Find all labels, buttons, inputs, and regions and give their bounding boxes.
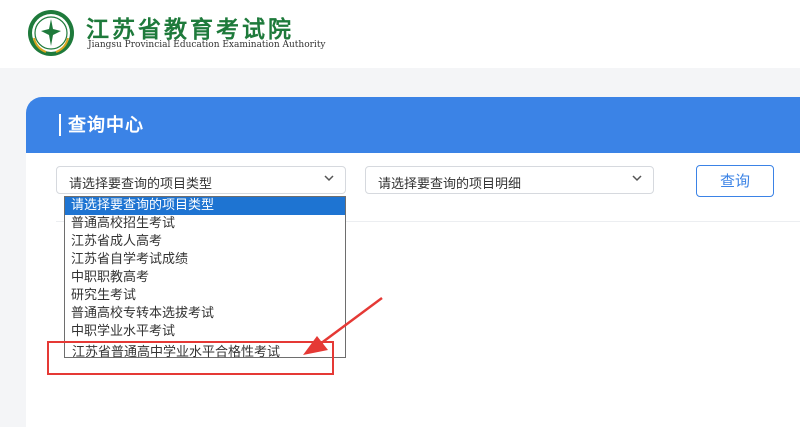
chevron-down-icon [324,175,334,182]
project-type-select[interactable]: 请选择要查询的项目类型 [56,166,346,194]
chevron-down-icon [632,175,642,182]
project-type-dropdown: 请选择要查询的项目类型 普通高校招生考试 江苏省成人高考 江苏省自学考试成绩 中… [64,196,346,358]
dropdown-option[interactable]: 中职学业水平考试 [65,323,345,341]
seal-logo-icon [28,10,74,56]
dropdown-option[interactable]: 江苏省成人高考 [65,233,345,251]
project-detail-select[interactable]: 请选择要查询的项目明细 [365,166,654,194]
query-button[interactable]: 查询 [696,165,774,197]
org-name-cn: 江苏省教育考试院 [86,17,294,43]
project-type-select-value: 请选择要查询的项目类型 [69,177,213,192]
site-header: 江苏省教育考试院 Jiangsu Provincial Education Ex… [0,0,800,68]
title-bar-accent [59,114,61,136]
project-detail-select-value: 请选择要查询的项目明细 [378,177,522,192]
panel-header: 查询中心 [26,97,800,153]
dropdown-option[interactable]: 普通高校专转本选拔考试 [65,305,345,323]
dropdown-option[interactable]: 江苏省自学考试成绩 [65,251,345,269]
dropdown-option[interactable]: 请选择要查询的项目类型 [65,197,345,215]
org-name-en: Jiangsu Provincial Education Examination… [88,40,326,50]
dropdown-option[interactable]: 研究生考试 [65,287,345,305]
dropdown-option[interactable]: 中职职教高考 [65,269,345,287]
annotation-highlight-box [47,341,334,375]
panel-title: 查询中心 [68,115,144,136]
dropdown-option[interactable]: 普通高校招生考试 [65,215,345,233]
